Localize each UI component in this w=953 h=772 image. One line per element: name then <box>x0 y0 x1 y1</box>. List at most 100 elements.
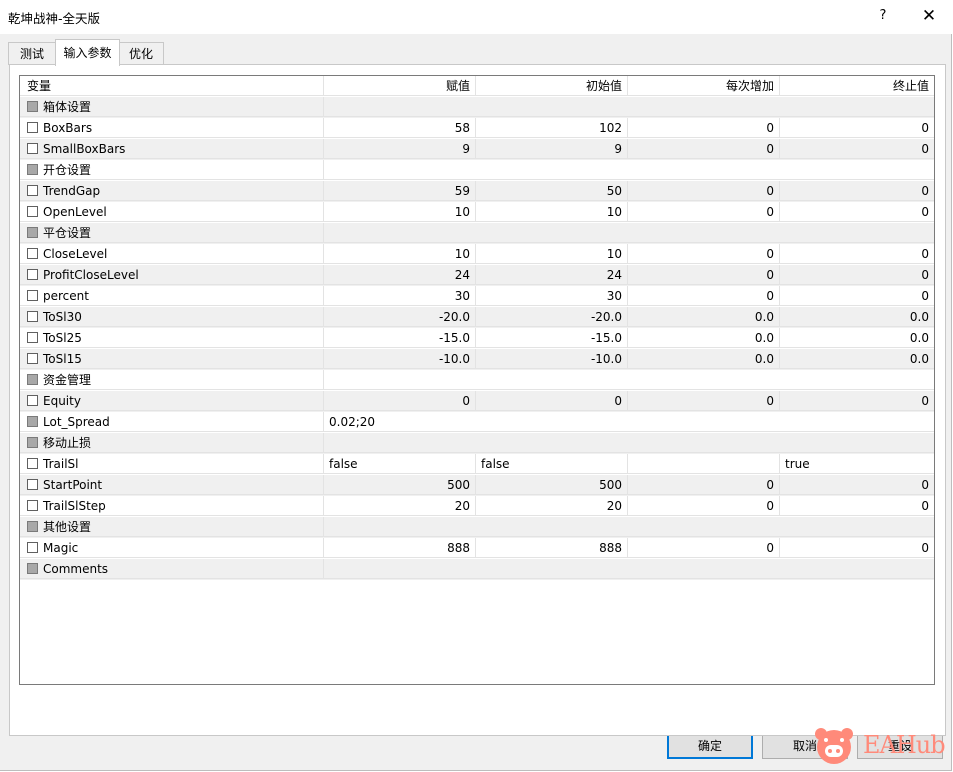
optimize-checkbox[interactable] <box>27 101 38 112</box>
table-row[interactable]: percent 30 30 0 0 <box>20 286 934 307</box>
table-row[interactable]: ProfitCloseLevel 24 24 0 0 <box>20 265 934 286</box>
table-row[interactable]: BoxBars 58 102 0 0 <box>20 118 934 139</box>
stop-cell[interactable]: 0.0 <box>780 349 934 369</box>
tab-test[interactable]: 测试 <box>8 42 56 65</box>
variable-cell[interactable]: 资金管理 <box>20 370 324 390</box>
variable-cell[interactable]: Lot_Spread <box>20 412 324 432</box>
group-row[interactable]: 平仓设置 <box>20 223 934 244</box>
start-cell[interactable]: 30 <box>476 286 628 306</box>
value-cell[interactable]: -10.0 <box>324 349 476 369</box>
variable-cell[interactable]: Equity <box>20 391 324 411</box>
tab-optimize[interactable]: 优化 <box>118 42 164 65</box>
column-header-value[interactable]: 赋值 <box>324 76 476 96</box>
step-cell[interactable]: 0 <box>628 538 780 558</box>
start-cell[interactable]: 20 <box>476 496 628 516</box>
group-row[interactable]: 箱体设置 <box>20 97 934 118</box>
stop-cell[interactable]: 0 <box>780 118 934 138</box>
step-cell[interactable]: 0.0 <box>628 307 780 327</box>
start-cell[interactable]: -20.0 <box>476 307 628 327</box>
start-cell[interactable]: -10.0 <box>476 349 628 369</box>
variable-cell[interactable]: 其他设置 <box>20 517 324 537</box>
start-cell[interactable]: 50 <box>476 181 628 201</box>
stop-cell[interactable]: 0 <box>780 496 934 516</box>
optimize-checkbox[interactable] <box>27 206 38 217</box>
variable-cell[interactable]: 平仓设置 <box>20 223 324 243</box>
value-cell[interactable]: 9 <box>324 139 476 159</box>
variable-cell[interactable]: CloseLevel <box>20 244 324 264</box>
variable-cell[interactable]: ToSl30 <box>20 307 324 327</box>
step-cell[interactable]: 0 <box>628 475 780 495</box>
value-cell[interactable]: 10 <box>324 244 476 264</box>
start-cell[interactable]: -15.0 <box>476 328 628 348</box>
optimize-checkbox[interactable] <box>27 416 38 427</box>
step-cell[interactable]: 0 <box>628 181 780 201</box>
variable-cell[interactable]: BoxBars <box>20 118 324 138</box>
step-cell[interactable]: 0 <box>628 265 780 285</box>
variable-cell[interactable]: StartPoint <box>20 475 324 495</box>
help-button[interactable]: ? <box>870 4 896 28</box>
optimize-checkbox[interactable] <box>27 290 38 301</box>
variable-cell[interactable]: TrailSl <box>20 454 324 474</box>
optimize-checkbox[interactable] <box>27 248 38 259</box>
table-row[interactable]: CloseLevel 10 10 0 0 <box>20 244 934 265</box>
stop-cell[interactable]: 0 <box>780 139 934 159</box>
variable-cell[interactable]: 开仓设置 <box>20 160 324 180</box>
table-row[interactable]: TrailSl false false true <box>20 454 934 475</box>
column-header-variable[interactable]: 变量 <box>20 76 324 96</box>
variable-cell[interactable]: ProfitCloseLevel <box>20 265 324 285</box>
table-row[interactable]: StartPoint 500 500 0 0 <box>20 475 934 496</box>
step-cell[interactable]: 0 <box>628 244 780 264</box>
optimize-checkbox[interactable] <box>27 395 38 406</box>
start-cell[interactable]: 10 <box>476 244 628 264</box>
column-header-start[interactable]: 初始值 <box>476 76 628 96</box>
step-cell[interactable]: 0 <box>628 139 780 159</box>
optimize-checkbox[interactable] <box>27 311 38 322</box>
close-button[interactable]: ✕ <box>915 4 943 28</box>
start-cell[interactable]: 24 <box>476 265 628 285</box>
variable-cell[interactable]: TrendGap <box>20 181 324 201</box>
optimize-checkbox[interactable] <box>27 458 38 469</box>
variable-cell[interactable]: TrailSlStep <box>20 496 324 516</box>
table-row[interactable]: Equity 0 0 0 0 <box>20 391 934 412</box>
table-row[interactable]: Lot_Spread 0.02;20 <box>20 412 934 433</box>
value-cell[interactable]: 10 <box>324 202 476 222</box>
optimize-checkbox[interactable] <box>27 563 38 574</box>
stop-cell[interactable]: true <box>780 454 934 474</box>
optimize-checkbox[interactable] <box>27 479 38 490</box>
stop-cell[interactable]: 0 <box>780 475 934 495</box>
optimize-checkbox[interactable] <box>27 143 38 154</box>
variable-cell[interactable]: Magic <box>20 538 324 558</box>
variable-cell[interactable]: percent <box>20 286 324 306</box>
start-cell[interactable]: false <box>476 454 628 474</box>
value-cell[interactable]: 0.02;20 <box>324 412 934 432</box>
optimize-checkbox[interactable] <box>27 353 38 364</box>
stop-cell[interactable]: 0.0 <box>780 307 934 327</box>
stop-cell[interactable]: 0 <box>780 538 934 558</box>
optimize-checkbox[interactable] <box>27 437 38 448</box>
step-cell[interactable]: 0 <box>628 496 780 516</box>
optimize-checkbox[interactable] <box>27 122 38 133</box>
column-header-stop[interactable]: 终止值 <box>780 76 934 96</box>
variable-cell[interactable]: ToSl15 <box>20 349 324 369</box>
table-row[interactable]: SmallBoxBars 9 9 0 0 <box>20 139 934 160</box>
value-cell[interactable]: 888 <box>324 538 476 558</box>
stop-cell[interactable]: 0 <box>780 286 934 306</box>
table-row[interactable]: TrendGap 59 50 0 0 <box>20 181 934 202</box>
step-cell[interactable]: 0 <box>628 286 780 306</box>
group-row[interactable]: 其他设置 <box>20 517 934 538</box>
start-cell[interactable]: 102 <box>476 118 628 138</box>
group-row[interactable]: 移动止损 <box>20 433 934 454</box>
start-cell[interactable]: 9 <box>476 139 628 159</box>
group-row[interactable]: Comments <box>20 559 934 580</box>
step-cell[interactable]: 0.0 <box>628 349 780 369</box>
optimize-checkbox[interactable] <box>27 374 38 385</box>
value-cell[interactable]: 0 <box>324 391 476 411</box>
step-cell[interactable]: 0.0 <box>628 328 780 348</box>
optimize-checkbox[interactable] <box>27 500 38 511</box>
table-row[interactable]: TrailSlStep 20 20 0 0 <box>20 496 934 517</box>
stop-cell[interactable]: 0 <box>780 391 934 411</box>
value-cell[interactable]: 24 <box>324 265 476 285</box>
variable-cell[interactable]: OpenLevel <box>20 202 324 222</box>
value-cell[interactable]: -15.0 <box>324 328 476 348</box>
optimize-checkbox[interactable] <box>27 332 38 343</box>
